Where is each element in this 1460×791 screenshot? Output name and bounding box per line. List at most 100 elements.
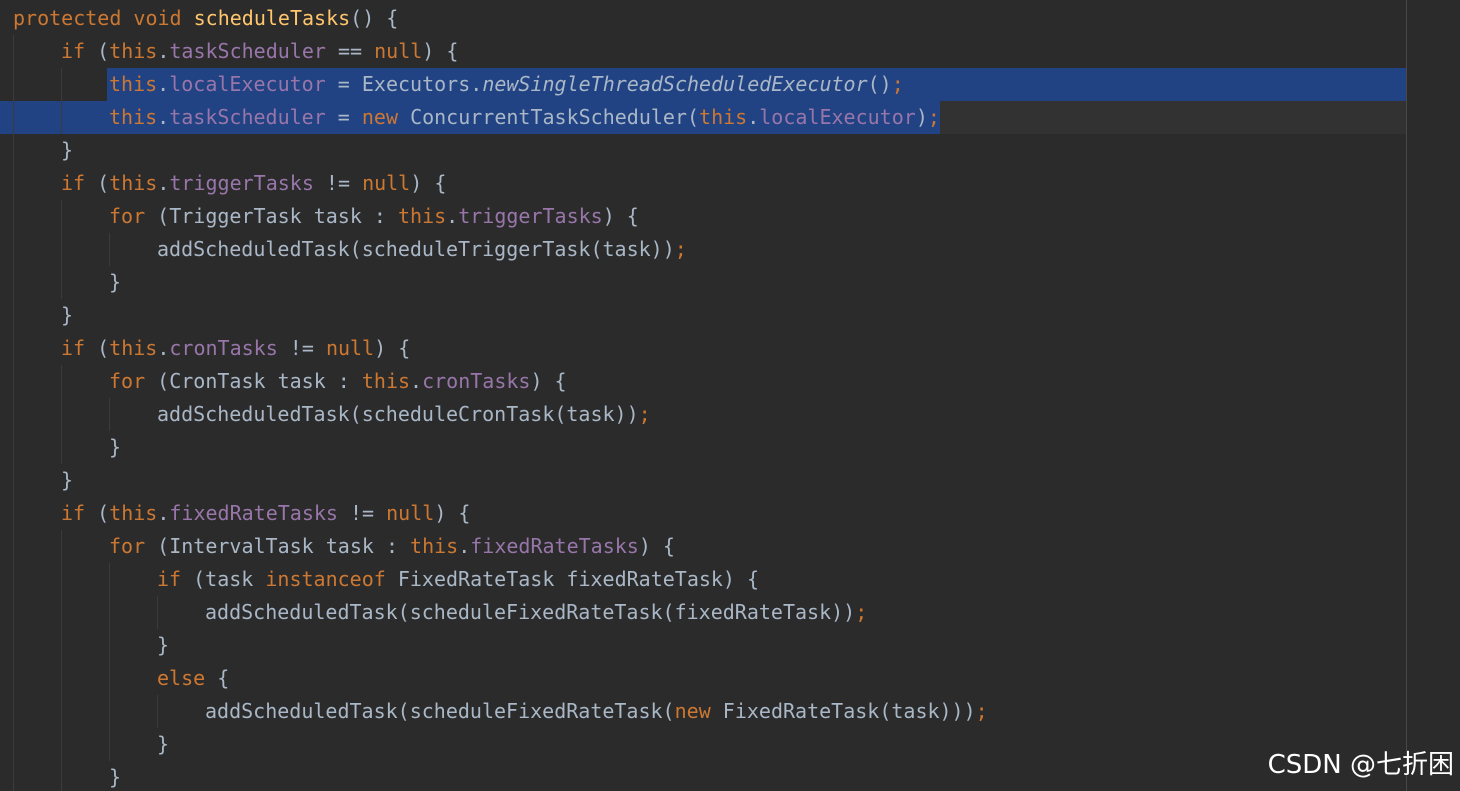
code-token: . (458, 534, 471, 558)
code-text: if (task instanceof FixedRateTask fixedR… (157, 563, 759, 596)
code-token: = (325, 105, 362, 129)
code-text: addScheduledTask(scheduleFixedRateTask(f… (205, 596, 867, 629)
code-line[interactable]: } (0, 299, 1406, 332)
code-token: localExecutor (169, 72, 326, 96)
code-editor[interactable]: protected void scheduleTasks() {if (this… (0, 0, 1460, 791)
code-token: { (217, 666, 230, 690)
code-token: else (157, 666, 218, 690)
code-line[interactable]: addScheduledTask(scheduleTriggerTask(tas… (0, 233, 1406, 266)
code-text: } (157, 728, 169, 761)
indent-guide (61, 530, 62, 563)
code-token: = Executors. (325, 72, 483, 96)
code-token: (task (193, 567, 266, 591)
indent-guide (13, 233, 14, 266)
code-text: for (CronTask task : this.cronTasks) { (109, 365, 567, 398)
code-text: addScheduledTask(scheduleCronTask(task))… (157, 398, 651, 431)
indent-guide (13, 761, 14, 791)
code-line[interactable]: addScheduledTask(scheduleFixedRateTask(n… (0, 695, 1406, 728)
indent-guide (13, 134, 14, 167)
code-line[interactable]: for (TriggerTask task : this.triggerTask… (0, 200, 1406, 233)
indent-guide (61, 68, 62, 101)
indent-guide (109, 596, 110, 629)
indent-guide (61, 629, 62, 662)
code-line[interactable]: if (this.triggerTasks != null) { (0, 167, 1406, 200)
indent-guide (109, 695, 110, 728)
code-token: if (61, 501, 98, 525)
code-token: == (325, 39, 375, 63)
code-token: . (157, 72, 170, 96)
code-token: null (386, 501, 435, 525)
code-token: addScheduledTask(scheduleFixedRateTask(f… (205, 600, 856, 624)
code-line[interactable]: } (0, 134, 1406, 167)
indent-guide (13, 299, 14, 332)
indent-guide (13, 35, 14, 68)
code-token: scheduleTasks (193, 6, 351, 30)
code-text: } (157, 629, 169, 662)
indent-guide (13, 596, 14, 629)
code-line[interactable]: else { (0, 662, 1406, 695)
code-line[interactable]: if (this.taskScheduler == null) { (0, 35, 1406, 68)
code-token: ) (915, 105, 928, 129)
code-line[interactable]: } (0, 761, 1406, 791)
code-text: } (61, 299, 73, 332)
code-token: } (157, 732, 170, 756)
indent-guide (109, 233, 110, 266)
code-token: this (109, 171, 158, 195)
code-token: newSingleThreadScheduledExecutor (482, 72, 868, 96)
code-token: ) { (374, 336, 411, 360)
code-token: ) { (530, 369, 567, 393)
code-token: != (313, 171, 363, 195)
code-token: } (109, 435, 122, 459)
indent-guide (13, 200, 14, 233)
code-token: ) { (434, 501, 471, 525)
code-token: ( (97, 171, 110, 195)
code-line[interactable]: if (this.cronTasks != null) { (0, 332, 1406, 365)
code-text: if (this.cronTasks != null) { (61, 332, 410, 365)
code-token: } (157, 633, 170, 657)
code-token: cronTasks (169, 336, 278, 360)
code-token: ( (97, 501, 110, 525)
code-token: taskScheduler (169, 105, 326, 129)
code-text: else { (157, 662, 229, 695)
code-token: for (109, 204, 158, 228)
code-token: this (109, 336, 158, 360)
code-text: } (109, 761, 121, 791)
code-token: (CronTask task : (157, 369, 362, 393)
code-token: triggerTasks (458, 204, 603, 228)
code-token: localExecutor (759, 105, 916, 129)
code-line[interactable]: protected void scheduleTasks() { (0, 2, 1406, 35)
code-token: (IntervalTask task : (157, 534, 411, 558)
code-text: } (61, 464, 73, 497)
code-line[interactable]: if (task instanceof FixedRateTask fixedR… (0, 563, 1406, 596)
code-token: this (109, 39, 158, 63)
code-line[interactable]: addScheduledTask(scheduleFixedRateTask(f… (0, 596, 1406, 629)
indent-guide (109, 563, 110, 596)
code-token: ( (97, 39, 110, 63)
code-token: } (61, 303, 74, 327)
indent-guide (61, 101, 62, 134)
code-token: instanceof (265, 567, 398, 591)
code-token: if (61, 336, 98, 360)
code-line[interactable]: this.localExecutor = Executors.newSingle… (0, 68, 1406, 101)
code-line[interactable]: for (IntervalTask task : this.fixedRateT… (0, 530, 1406, 563)
indent-guide (61, 728, 62, 761)
code-token: . (157, 501, 170, 525)
code-line[interactable]: } (0, 464, 1406, 497)
indent-guide (61, 200, 62, 233)
code-token: ; (975, 699, 988, 723)
code-token: } (109, 270, 122, 294)
code-line[interactable]: if (this.fixedRateTasks != null) { (0, 497, 1406, 530)
code-line[interactable]: } (0, 728, 1406, 761)
code-line[interactable]: addScheduledTask(scheduleCronTask(task))… (0, 398, 1406, 431)
code-line[interactable]: } (0, 266, 1406, 299)
indent-guide (61, 266, 62, 299)
code-line[interactable]: for (CronTask task : this.cronTasks) { (0, 365, 1406, 398)
code-line[interactable]: } (0, 629, 1406, 662)
code-line[interactable]: } (0, 431, 1406, 464)
code-token: FixedRateTask(task))) (722, 699, 976, 723)
indent-guide (61, 431, 62, 464)
indent-guide (61, 695, 62, 728)
indent-guide (13, 101, 14, 134)
code-line[interactable]: this.taskScheduler = new ConcurrentTaskS… (0, 101, 1406, 134)
code-token: if (157, 567, 194, 591)
